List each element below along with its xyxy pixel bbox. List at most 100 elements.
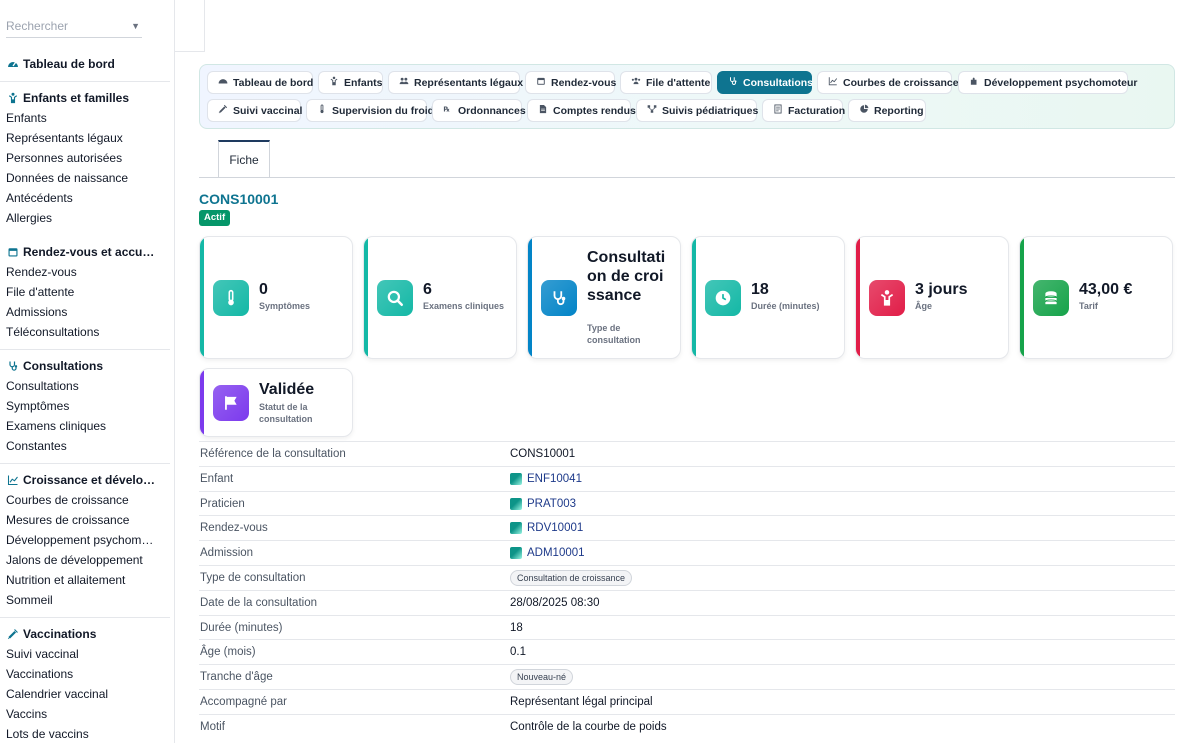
sidebar-item[interactable]: File d'attente: [0, 282, 174, 302]
detail-key: Enfant: [200, 472, 234, 485]
nav-button[interactable]: Tableau de bord: [207, 71, 313, 94]
child-icon: [869, 280, 905, 316]
caret-down-icon: ▼: [131, 20, 140, 31]
card-value: Consultation de croissance: [587, 249, 666, 304]
sidebar-item[interactable]: Constantes: [0, 436, 174, 456]
sidebar-item[interactable]: Suivi vaccinal: [0, 644, 174, 664]
card-label: Âge: [915, 301, 933, 311]
sidebar-item[interactable]: Développement psychom…: [0, 530, 174, 550]
nav-button-label: Suivis pédiatriques: [662, 104, 759, 117]
sidebar-search-select[interactable]: Rechercher ▼: [6, 14, 142, 38]
detail-value: Nouveau-né: [510, 669, 574, 686]
search-placeholder: Rechercher: [6, 18, 69, 33]
sidebar-section: Enfants et familles Enfants Représentants …: [0, 88, 174, 228]
detail-value: 28/08/2025 08:30: [510, 596, 600, 609]
sidebar-item[interactable]: Personnes autorisées: [0, 148, 174, 168]
sidebar-item[interactable]: Vaccins: [0, 704, 174, 724]
sidebar-item[interactable]: Représentants légaux: [0, 128, 174, 148]
nav-button-label: Facturation: [788, 104, 846, 117]
nav-button[interactable]: Facturation: [762, 99, 846, 122]
nav-button[interactable]: Suivis pédiatriques: [636, 99, 759, 122]
sidebar-dashboard[interactable]: Tableau de bord: [0, 54, 174, 74]
tab-fiche[interactable]: Fiche: [218, 140, 270, 178]
sidebar-section: Croissance et dévelo… Courbes de croissan…: [0, 470, 174, 610]
sidebar-item[interactable]: Vaccinations: [0, 664, 174, 684]
detail-row: Âge (mois) 0.1: [199, 639, 1175, 664]
sidebar-item[interactable]: Téléconsultations: [0, 322, 174, 342]
card-accent: [200, 369, 204, 436]
sidebar-section-header[interactable]: Rendez-vous et accu…: [0, 242, 174, 262]
stat-card: 3 jours Âge: [855, 236, 1009, 359]
sidebar-item[interactable]: Symptômes: [0, 396, 174, 416]
file-icon: [538, 104, 548, 117]
detail-value: Contrôle de la courbe de poids: [510, 720, 667, 733]
detail-key: Durée (minutes): [200, 621, 283, 634]
detail-key: Accompagné par: [200, 696, 287, 708]
detail-link[interactable]: RDV10001: [510, 522, 583, 535]
sidebar-section-header[interactable]: Enfants et familles: [0, 88, 174, 108]
nav-button[interactable]: Reporting: [848, 99, 926, 122]
card-value: 0: [259, 281, 268, 298]
detail-link[interactable]: PRAT003: [510, 497, 576, 510]
syringe-icon: [6, 628, 19, 641]
detail-value: Consultation de croissance: [510, 570, 633, 586]
coins-icon: [1033, 280, 1069, 316]
sidebar-item[interactable]: Mesures de croissance: [0, 510, 174, 530]
sidebar-section: Rendez-vous et accu… Rendez-vous File d'at…: [0, 242, 174, 342]
card-value: 18: [751, 281, 769, 298]
detail-value: Représentant légal principal: [510, 696, 653, 708]
nav-button[interactable]: ℞ Ordonnances: [432, 99, 526, 122]
sidebar-section-header[interactable]: Vaccinations: [0, 624, 174, 644]
sidebar-section-header[interactable]: Croissance et dévelo…: [0, 470, 174, 490]
nav-button[interactable]: Comptes rendus: [527, 99, 636, 122]
detail-link[interactable]: ADM10001: [510, 547, 585, 560]
sidebar-item[interactable]: Nutrition et allaitement: [0, 570, 174, 590]
card-accent: [200, 237, 204, 358]
nav-button[interactable]: Enfants: [318, 71, 383, 94]
thermometer-icon: [213, 280, 249, 316]
sidebar-item[interactable]: Sommeil: [0, 590, 174, 610]
detail-row: Admission ADM10001: [199, 540, 1175, 565]
nav-button[interactable]: File d'attente: [620, 71, 712, 94]
chart-line-icon: [828, 76, 838, 89]
stat-card: 0 Symptômes: [199, 236, 353, 359]
card-accent: [1020, 237, 1024, 358]
sidebar-section-header[interactable]: Consultations: [0, 356, 174, 376]
sidebar-item[interactable]: Antécédents: [0, 188, 174, 208]
sidebar-item[interactable]: Examens cliniques: [0, 416, 174, 436]
nav-button[interactable]: Suivi vaccinal: [207, 99, 302, 122]
detail-link[interactable]: ENF10041: [510, 472, 582, 485]
sidebar-item[interactable]: Calendrier vaccinal: [0, 684, 174, 704]
detail-key: Type de consultation: [200, 572, 306, 584]
sidebar-item[interactable]: Lots de vaccins: [0, 724, 174, 743]
nav-button[interactable]: Courbes de croissance: [817, 71, 959, 94]
users-icon: [399, 76, 409, 89]
sidebar-item[interactable]: Admissions: [0, 302, 174, 322]
divider: [0, 349, 170, 350]
nav-button[interactable]: Développement psychomoteur: [958, 71, 1137, 94]
sidebar-item[interactable]: Données de naissance: [0, 168, 174, 188]
card-accent: [856, 237, 860, 358]
sidebar-item[interactable]: Consultations: [0, 376, 174, 396]
syringe-icon: [218, 104, 228, 117]
nav-button[interactable]: Supervision du froid: [306, 99, 434, 122]
puzzle-icon: [969, 76, 979, 89]
stat-card: 6 Examens cliniques: [363, 236, 517, 359]
sidebar-item[interactable]: Rendez-vous: [0, 262, 174, 282]
detail-row: Type de consultation Consultation de croi…: [199, 565, 1175, 590]
child-icon: [6, 92, 19, 105]
nav-button[interactable]: Représentants légaux: [388, 71, 523, 94]
detail-key: Tranche d'âge: [200, 671, 273, 684]
module-nav: Tableau de bord Enfants Représentants léga…: [199, 64, 1175, 129]
detail-row: Accompagné par Représentant légal princip…: [199, 689, 1175, 714]
nav-button[interactable]: Rendez-vous: [525, 71, 616, 94]
sidebar-section-title: Consultations: [23, 359, 103, 373]
chart-line-icon: [6, 474, 19, 487]
sidebar-item[interactable]: Courbes de croissance: [0, 490, 174, 510]
nav-button[interactable]: Consultations: [717, 71, 813, 94]
sidebar-item[interactable]: Jalons de développement: [0, 550, 174, 570]
sidebar-item[interactable]: Allergies: [0, 208, 174, 228]
sidebar-item[interactable]: Enfants: [0, 108, 174, 128]
detail-value: CONS10001: [510, 448, 576, 460]
stat-card: 18 Durée (minutes): [691, 236, 845, 359]
